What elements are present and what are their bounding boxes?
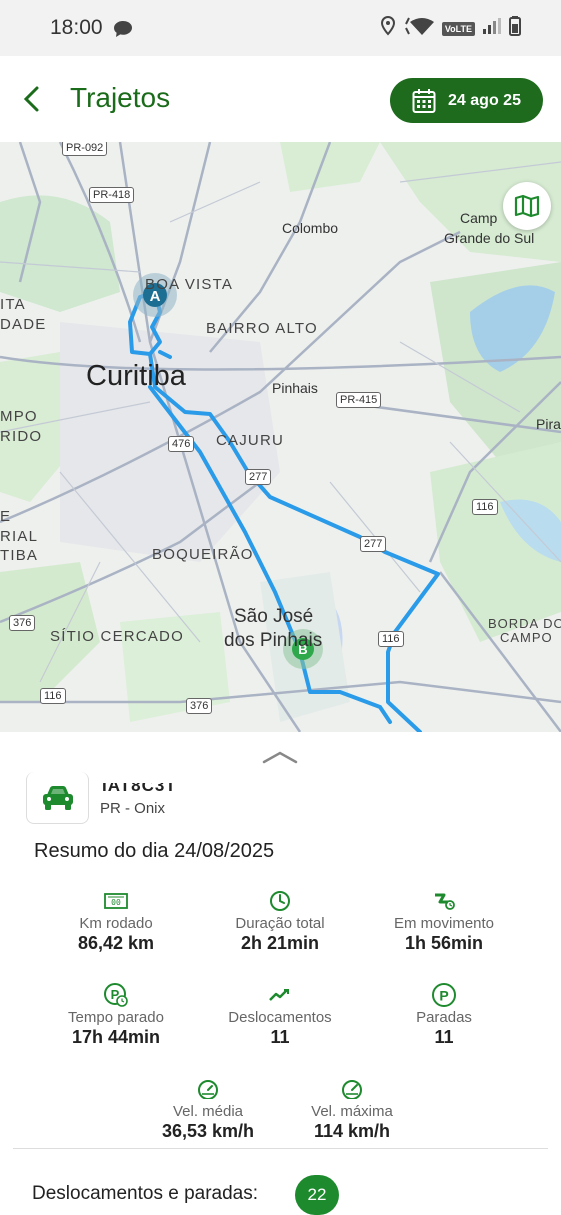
back-button[interactable] xyxy=(14,82,48,116)
stat-label: Deslocamentos xyxy=(228,1009,332,1026)
chat-icon xyxy=(113,20,133,43)
speedometer-icon xyxy=(277,1078,427,1100)
vehicle-model: PR - Onix xyxy=(100,800,166,817)
parking-clock-icon: P xyxy=(41,983,191,1007)
stat-deslocamentos: Deslocamentos 11 xyxy=(205,984,355,1048)
date-picker-button[interactable]: 24 ago 25 xyxy=(390,78,543,123)
svg-text:P: P xyxy=(439,988,448,1004)
vehicle-plate: IAT8C3T xyxy=(102,776,177,795)
location-icon xyxy=(380,15,396,41)
stat-duracao-total: Duração total 2h 21min xyxy=(205,890,355,954)
map-label-campo-grande-2: Grande do Sul xyxy=(444,230,535,246)
map-layers-button[interactable] xyxy=(503,182,551,230)
stat-value: 2h 21min xyxy=(240,933,320,953)
map-label-rido: RIDO xyxy=(0,428,43,445)
moves-count-badge[interactable]: 22 xyxy=(295,1175,339,1215)
stat-label: Vel. média xyxy=(172,1103,244,1120)
stat-value: 11 xyxy=(270,1027,290,1047)
car-icon xyxy=(42,785,73,810)
map-icon xyxy=(514,194,540,218)
volte-icon: VoLTE xyxy=(441,21,475,36)
stat-km-rodado: 00 Km rodado 86,42 km xyxy=(41,890,191,954)
stat-label: Em movimento xyxy=(393,915,495,932)
stat-value: 114 km/h xyxy=(313,1121,391,1141)
stat-tempo-parado: P Tempo parado 17h 44min xyxy=(41,983,191,1048)
stat-value: 86,42 km xyxy=(77,933,155,953)
parking-icon: P xyxy=(369,983,519,1007)
back-arrow-icon xyxy=(23,86,39,112)
vehicle-card[interactable] xyxy=(26,772,89,824)
map-label-campo-grande-1: Camp xyxy=(460,210,498,226)
map-label-bairro-alto: BAIRRO ALTO xyxy=(206,320,318,337)
road-badge: 116 xyxy=(472,499,498,515)
moves-label: Deslocamentos e paradas: xyxy=(32,1183,259,1204)
wifi-icon xyxy=(404,16,434,41)
stat-vel-media: Vel. média 36,53 km/h xyxy=(133,1078,283,1142)
svg-text:00: 00 xyxy=(111,898,121,907)
moving-icon xyxy=(369,890,519,912)
trend-icon xyxy=(205,984,355,1006)
map-label-rial: RIAL xyxy=(0,528,39,545)
map-label-colombo: Colombo xyxy=(282,220,339,236)
summary-title: Resumo do dia 24/08/2025 xyxy=(34,840,275,862)
stat-label: Duração total xyxy=(235,915,325,932)
map-label-pinhais: Pinhais xyxy=(272,380,318,396)
map-label-pira: Pira xyxy=(536,416,561,432)
status-icons: VoLTE xyxy=(380,15,521,41)
map-label-boa-vista: BOA VISTA xyxy=(145,276,234,293)
odometer-icon: 00 xyxy=(41,890,191,912)
road-badge: 277 xyxy=(360,536,387,552)
map-label-curitiba: Curitiba xyxy=(86,360,186,392)
stat-value: 1h 56min xyxy=(404,933,484,953)
road-badge: 476 xyxy=(168,436,195,452)
map-label-boqueirao: BOQUEIRÃO xyxy=(152,546,254,563)
stat-label: Tempo parado xyxy=(68,1009,164,1026)
calendar-icon xyxy=(412,88,436,113)
battery-icon xyxy=(509,16,521,41)
stat-paradas: P Paradas 11 xyxy=(369,983,519,1048)
road-badge: 116 xyxy=(40,688,66,704)
map-label-borda-2: CAMPO xyxy=(500,630,553,645)
map-label-tiba: TIBA xyxy=(0,547,39,564)
map-label-mpo: MPO xyxy=(0,408,38,425)
stat-vel-maxima: Vel. máxima 114 km/h xyxy=(277,1078,427,1142)
road-badge: 116 xyxy=(378,631,404,647)
map-label-sao-jose-1: São José xyxy=(234,606,314,627)
status-time: 18:00 xyxy=(50,16,103,39)
map-label-cajuru: CAJURU xyxy=(216,432,285,449)
date-label: 24 ago 25 xyxy=(448,91,521,109)
map-label-sitio-cercado: SÍTIO CERCADO xyxy=(50,628,184,645)
road-badge: PR-415 xyxy=(336,392,382,408)
speedometer-icon xyxy=(133,1078,283,1100)
status-bar: 18:00 VoLTE xyxy=(0,0,561,56)
map-label-sao-jose-2: dos Pinhais xyxy=(224,630,323,651)
route-map[interactable]: A B Colombo Camp Grande do Sul BOA VISTA… xyxy=(0,142,561,732)
page-title: Trajetos xyxy=(70,82,171,113)
clock-icon xyxy=(205,890,355,912)
signal-icon xyxy=(483,18,501,39)
map-label-borda-1: BORDA DO xyxy=(488,616,561,631)
road-badge: 277 xyxy=(245,469,272,485)
map-label-dade: DADE xyxy=(0,316,47,333)
road-badge: PR-418 xyxy=(89,187,135,203)
chevron-up-icon[interactable] xyxy=(262,750,298,764)
map-label-e: E xyxy=(0,508,12,525)
stat-label: Vel. máxima xyxy=(311,1103,393,1120)
stat-value: 11 xyxy=(434,1027,454,1047)
map-label-ita: ITA xyxy=(0,296,26,313)
road-badge: 376 xyxy=(186,698,213,714)
stat-value: 36,53 km/h xyxy=(161,1121,255,1141)
stat-label: Km rodado xyxy=(79,915,153,932)
road-badge: 376 xyxy=(9,615,36,631)
stat-em-movimento: Em movimento 1h 56min xyxy=(369,890,519,954)
app-bar: Trajetos 24 ago 25 xyxy=(0,56,561,142)
stat-value: 17h 44min xyxy=(71,1027,161,1047)
divider xyxy=(13,1148,548,1149)
road-badge: PR-092 xyxy=(62,142,108,156)
summary-sheet: IAT8C3T PR - Onix Resumo do dia 24/08/20… xyxy=(0,732,561,1215)
stat-label: Paradas xyxy=(416,1009,472,1026)
